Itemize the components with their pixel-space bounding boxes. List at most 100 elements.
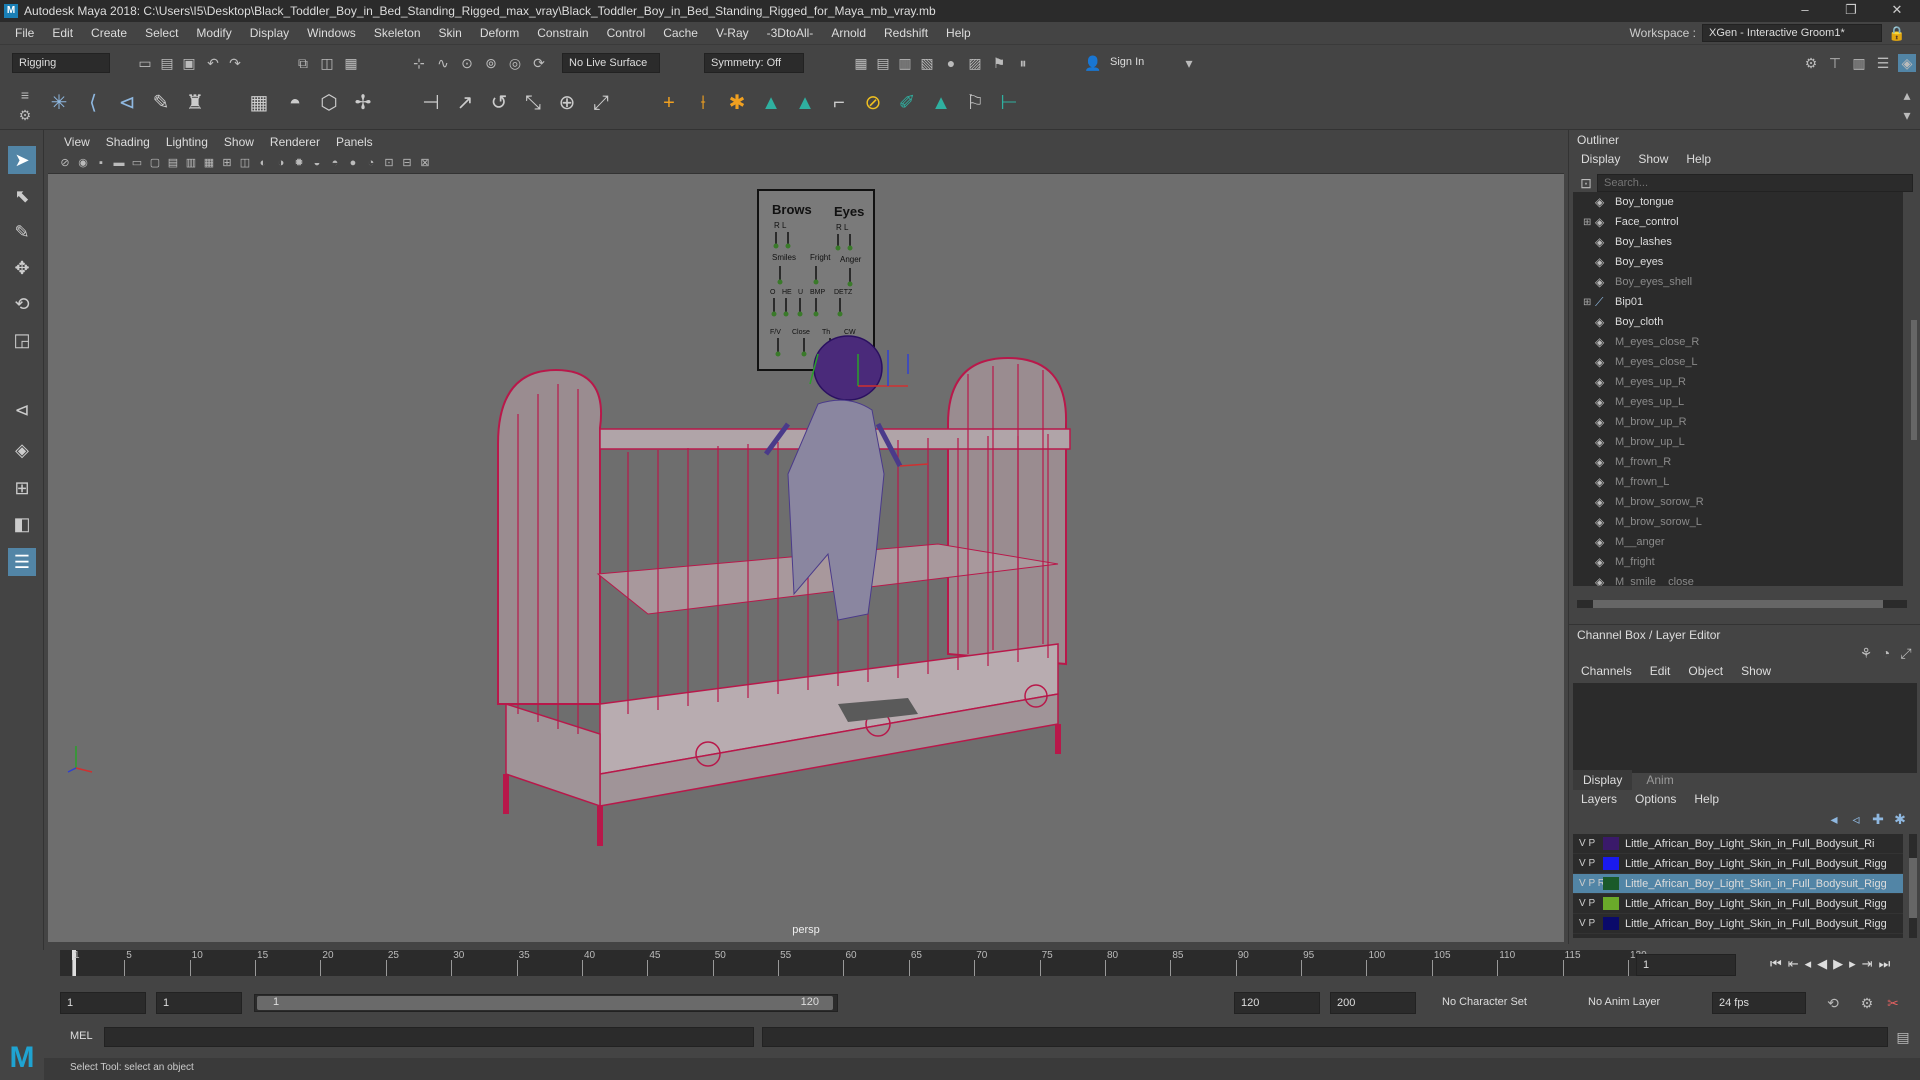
film-gate-icon[interactable]: ▭ — [130, 156, 144, 170]
expand-icon[interactable]: ⊞ — [1583, 297, 1595, 308]
lock-icon[interactable]: 🔒 — [1888, 24, 1906, 42]
paint-select-icon[interactable]: ✎ — [8, 218, 36, 246]
outliner-item[interactable]: ⊞ ⟋ Bip01 — [1573, 292, 1903, 312]
open-scene-icon[interactable]: ▤ — [158, 54, 176, 72]
play-forward-icon[interactable]: ▶ — [1833, 956, 1843, 972]
wrap-icon[interactable]: ⌐ — [826, 90, 852, 116]
bookmark-icon[interactable]: ▪ — [94, 156, 108, 170]
scale-constraint-icon[interactable]: ⤡ — [520, 90, 546, 116]
script-editor-icon[interactable]: ▤ — [1894, 1028, 1912, 1046]
humanik-icon[interactable]: ♜ — [182, 90, 208, 116]
safe-action-icon[interactable]: ▦ — [202, 156, 216, 170]
outliner-item[interactable]: ◈ M_eyes_up_L — [1573, 392, 1903, 412]
outliner-item[interactable]: ◈ Boy_cloth — [1573, 312, 1903, 332]
layer-color-swatch[interactable] — [1603, 917, 1619, 930]
snap-grid-icon[interactable]: ⊹ — [410, 54, 428, 72]
go-to-start-icon[interactable]: ⏮ — [1770, 956, 1782, 972]
viewport-menu-panels[interactable]: Panels — [328, 135, 381, 149]
menu-select[interactable]: Select — [136, 26, 187, 40]
hypershade-icon[interactable]: ● — [942, 54, 960, 72]
layer-visibility-toggles[interactable]: V P R — [1579, 878, 1605, 889]
layer-row[interactable]: V P Little_African_Boy_Light_Skin_in_Full… — [1573, 834, 1903, 854]
last-tool-icon[interactable]: ⊲ — [8, 396, 36, 424]
render-settings-icon[interactable]: ▧ — [918, 54, 936, 72]
workspace-select[interactable]: XGen - Interactive Groom1* — [1702, 24, 1882, 42]
shelf-scroll-up-icon[interactable]: ▴ — [1898, 86, 1916, 104]
layer-color-swatch[interactable] — [1603, 837, 1619, 850]
channel-menu-show[interactable]: Show — [1741, 664, 1771, 678]
character-set-select[interactable]: No Character Set — [1442, 996, 1527, 1008]
ipr-render-icon[interactable]: ▥ — [896, 54, 914, 72]
resolution-gate-icon[interactable]: ▢ — [148, 156, 162, 170]
hold-icon[interactable]: ✐ — [894, 90, 920, 116]
outliner-item[interactable]: ◈ M_brow_sorow_R — [1573, 492, 1903, 512]
live-surface-field[interactable]: No Live Surface — [562, 53, 660, 73]
auto-key-icon[interactable]: ⚙ — [1858, 994, 1876, 1012]
snap-curve-icon[interactable]: ∿ — [434, 54, 452, 72]
outliner-menu-display[interactable]: Display — [1581, 152, 1620, 166]
curve-icon[interactable]: ⟊ — [690, 90, 716, 116]
channel-menu-object[interactable]: Object — [1688, 664, 1723, 678]
menu-set-select[interactable]: Rigging — [12, 53, 110, 73]
outliner-menu-show[interactable]: Show — [1638, 152, 1668, 166]
ambient-occlusion-icon[interactable]: ● — [346, 156, 360, 170]
outliner-item[interactable]: ◈ M_smile__close — [1573, 572, 1903, 586]
layer-color-swatch[interactable] — [1603, 877, 1619, 890]
channel-box-icon[interactable]: ☰ — [1874, 54, 1892, 72]
outliner-item[interactable]: ⊞ ◈ Face_control — [1573, 212, 1903, 232]
menu-windows[interactable]: Windows — [298, 26, 365, 40]
select-object-icon[interactable]: ◫ — [318, 54, 336, 72]
connect-icon[interactable]: ⊢ — [996, 90, 1022, 116]
pin-icon[interactable]: ⚐ — [962, 90, 988, 116]
mel-input[interactable] — [104, 1027, 754, 1047]
channel-box-icon-b[interactable]: ◔ — [1877, 644, 1895, 662]
wireframe-icon[interactable]: ◫ — [238, 156, 252, 170]
layer-menu-options[interactable]: Options — [1635, 792, 1676, 806]
smooth-bind-icon[interactable]: ◓ — [282, 90, 308, 116]
time-ruler[interactable]: 1 5 10 15 20 25 30 35 40 45 50 55 60 65 70 75 80 85 90 95 10… — [60, 950, 1647, 976]
paint-weights-icon[interactable]: ✎ — [148, 90, 174, 116]
bind-skin-icon[interactable]: ▦ — [246, 90, 272, 116]
layer-menu-help[interactable]: Help — [1694, 792, 1719, 806]
menu-constrain[interactable]: Constrain — [528, 26, 597, 40]
image-plane-icon[interactable]: ▬ — [112, 156, 126, 170]
tool-settings-icon[interactable]: ▥ — [1850, 54, 1868, 72]
loop-icon[interactable]: ⟲ — [1824, 994, 1842, 1012]
outliner-item[interactable]: ◈ M_eyes_close_R — [1573, 332, 1903, 352]
current-frame-field[interactable]: 1 — [1636, 954, 1736, 976]
modeling-toolkit-icon[interactable]: ⚙ — [1802, 54, 1820, 72]
gate-mask-icon[interactable]: ▤ — [166, 156, 180, 170]
outliner-item[interactable]: ◈ Boy_eyes_shell — [1573, 272, 1903, 292]
outliner-item[interactable]: ◈ M_eyes_up_R — [1573, 372, 1903, 392]
menu-help[interactable]: Help — [937, 26, 980, 40]
render-view-icon[interactable]: ▦ — [852, 54, 870, 72]
snap-pivot-icon[interactable]: ⟳ — [530, 54, 548, 72]
antialias-icon[interactable]: ◔ — [364, 156, 378, 170]
select-tool-icon[interactable]: ➤ — [8, 146, 36, 174]
outliner-filter-icon[interactable]: ⊡ — [1577, 174, 1595, 192]
select-hierarchy-icon[interactable]: ⧉ — [294, 54, 312, 72]
move-layer-up-icon[interactable]: ◂ — [1825, 810, 1843, 828]
tab-anim[interactable]: Anim — [1636, 770, 1683, 790]
outliner-item[interactable]: ◈ M_brow_sorow_L — [1573, 512, 1903, 532]
layer-row[interactable]: V P Little_African_Boy_Light_Skin_in_Full… — [1573, 854, 1903, 874]
maximize-button[interactable]: ❐ — [1828, 0, 1874, 22]
outliner-item[interactable]: ◈ M_fright — [1573, 552, 1903, 572]
two-view-icon[interactable]: ◧ — [8, 510, 36, 538]
outliner-item[interactable]: ◈ M_brow_up_R — [1573, 412, 1903, 432]
save-scene-icon[interactable]: ▣ — [180, 54, 198, 72]
move-layer-down-icon[interactable]: ◃ — [1847, 810, 1865, 828]
field-chart-icon[interactable]: ▥ — [184, 156, 198, 170]
minimize-button[interactable]: – — [1782, 0, 1828, 22]
start-time-field[interactable]: 1 — [60, 992, 146, 1014]
menu-deform[interactable]: Deform — [471, 26, 528, 40]
single-view-icon[interactable]: ◈ — [8, 436, 36, 464]
shelf-settings-icon[interactable]: ⚙ — [16, 106, 34, 124]
new-layer-selected-icon[interactable]: ✱ — [1891, 810, 1909, 828]
chevron-down-icon[interactable]: ▾ — [1180, 54, 1198, 72]
lights-icon[interactable]: ✹ — [292, 156, 306, 170]
snap-point-icon[interactable]: ⊙ — [458, 54, 476, 72]
channel-menu-edit[interactable]: Edit — [1650, 664, 1671, 678]
menu-edit[interactable]: Edit — [43, 26, 82, 40]
pause-icon[interactable]: ⏸ — [1014, 54, 1032, 72]
